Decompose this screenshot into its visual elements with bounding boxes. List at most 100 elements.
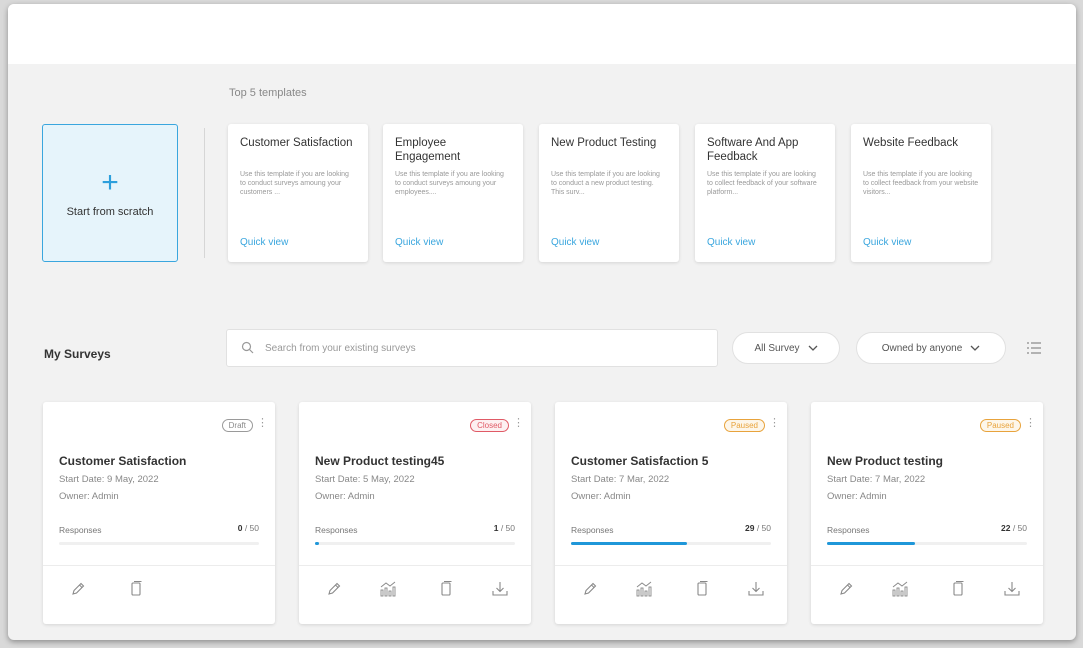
edit-pencil-icon[interactable] xyxy=(69,580,89,602)
survey-owner: Owner: Admin xyxy=(827,491,887,502)
responses-total: / 50 xyxy=(754,523,771,533)
card-actions xyxy=(555,580,787,610)
survey-owner: Owner: Admin xyxy=(571,491,631,502)
analytics-icon[interactable] xyxy=(379,580,399,602)
survey-type-dropdown[interactable]: All Survey xyxy=(732,332,840,364)
download-icon[interactable] xyxy=(491,580,511,602)
template-title: New Product Testing xyxy=(551,137,657,149)
responses-count: 1 / 50 xyxy=(494,523,515,533)
responses-progress-bar xyxy=(827,542,1027,545)
start-from-scratch-label: Start from scratch xyxy=(66,206,154,218)
status-badge: Paused xyxy=(979,419,1021,432)
download-icon[interactable] xyxy=(1003,580,1023,602)
search-box[interactable] xyxy=(226,329,718,367)
status-badge: Draft xyxy=(221,419,253,432)
responses-count: 0 / 50 xyxy=(238,523,259,533)
quick-view-link[interactable]: Quick view xyxy=(240,237,288,248)
copy-icon[interactable] xyxy=(693,580,713,602)
template-title: Employee Engagement xyxy=(395,137,461,163)
divider xyxy=(299,565,531,566)
survey-start-date: Start Date: 7 Mar, 2022 xyxy=(827,474,926,485)
edit-pencil-icon[interactable] xyxy=(581,580,601,602)
my-surveys-heading: My Surveys xyxy=(44,347,111,361)
analytics-icon[interactable] xyxy=(635,580,655,602)
survey-title: Customer Satisfaction xyxy=(59,454,187,468)
more-options-icon[interactable]: ⋮ xyxy=(1025,418,1036,429)
survey-card[interactable]: Closed ⋮ New Product testing45 Start Dat… xyxy=(299,402,531,624)
edit-pencil-icon[interactable] xyxy=(837,580,857,602)
templates-section: Top 5 templates + Start from scratch Cus… xyxy=(8,64,1076,304)
responses-progress-bar xyxy=(315,542,515,545)
template-card[interactable]: Employee Engagement Use this template if… xyxy=(383,124,523,262)
divider xyxy=(204,128,205,258)
template-description: Use this template if you are looking to … xyxy=(863,171,979,196)
template-description: Use this template if you are looking to … xyxy=(240,171,349,196)
divider xyxy=(811,565,1043,566)
survey-card[interactable]: Paused ⋮ New Product testing Start Date:… xyxy=(811,402,1043,624)
quick-view-link[interactable]: Quick view xyxy=(707,237,755,248)
copy-icon[interactable] xyxy=(949,580,969,602)
template-title: Software And App Feedback xyxy=(707,137,799,163)
responses-label: Responses xyxy=(827,525,870,535)
responses-count: 22 / 50 xyxy=(1001,523,1027,533)
responses-total: / 50 xyxy=(498,523,515,533)
chevron-down-icon xyxy=(808,343,818,353)
survey-title: Customer Satisfaction 5 xyxy=(571,454,709,468)
template-description: Use this template if you are looking to … xyxy=(551,171,660,196)
progress-fill xyxy=(827,542,915,545)
progress-fill xyxy=(571,542,687,545)
list-view-icon[interactable] xyxy=(1026,340,1042,356)
more-options-icon[interactable]: ⋮ xyxy=(769,418,780,429)
search-input[interactable] xyxy=(265,342,705,354)
survey-card[interactable]: Draft ⋮ Customer Satisfaction Start Date… xyxy=(43,402,275,624)
search-icon xyxy=(241,341,255,355)
survey-type-value: All Survey xyxy=(754,342,800,354)
template-title: Customer Satisfaction xyxy=(240,137,353,149)
responses-count: 29 / 50 xyxy=(745,523,771,533)
edit-pencil-icon[interactable] xyxy=(325,580,345,602)
responses-label: Responses xyxy=(571,525,614,535)
progress-fill xyxy=(315,542,319,545)
responses-progress-bar xyxy=(59,542,259,545)
templates-heading: Top 5 templates xyxy=(229,87,307,99)
copy-icon[interactable] xyxy=(127,580,147,602)
survey-start-date: Start Date: 7 Mar, 2022 xyxy=(571,474,670,485)
more-options-icon[interactable]: ⋮ xyxy=(513,418,524,429)
template-card[interactable]: Customer Satisfaction Use this template … xyxy=(228,124,368,262)
card-actions xyxy=(43,580,275,610)
template-description: Use this template if you are looking to … xyxy=(395,171,504,196)
survey-card[interactable]: Paused ⋮ Customer Satisfaction 5 Start D… xyxy=(555,402,787,624)
template-card[interactable]: Website Feedback Use this template if yo… xyxy=(851,124,991,262)
owner-value: Owned by anyone xyxy=(881,342,963,354)
template-description: Use this template if you are looking to … xyxy=(707,171,817,196)
template-card[interactable]: New Product Testing Use this template if… xyxy=(539,124,679,262)
responses-total: / 50 xyxy=(242,523,259,533)
top-bar xyxy=(8,4,1076,64)
responses-label: Responses xyxy=(59,525,102,535)
analytics-icon[interactable] xyxy=(891,580,911,602)
more-options-icon[interactable]: ⋮ xyxy=(257,418,268,429)
quick-view-link[interactable]: Quick view xyxy=(395,237,443,248)
survey-start-date: Start Date: 9 May, 2022 xyxy=(59,474,159,485)
survey-owner: Owner: Admin xyxy=(59,491,119,502)
download-icon[interactable] xyxy=(747,580,767,602)
card-actions xyxy=(811,580,1043,610)
divider xyxy=(555,565,787,566)
survey-owner: Owner: Admin xyxy=(315,491,375,502)
survey-title: New Product testing xyxy=(827,454,944,468)
plus-icon: + xyxy=(101,166,119,199)
copy-icon[interactable] xyxy=(437,580,457,602)
quick-view-link[interactable]: Quick view xyxy=(863,237,911,248)
card-actions xyxy=(299,580,531,610)
quick-view-link[interactable]: Quick view xyxy=(551,237,599,248)
divider xyxy=(43,565,275,566)
responses-label: Responses xyxy=(315,525,358,535)
survey-title: New Product testing45 xyxy=(315,454,445,468)
owner-dropdown[interactable]: Owned by anyone xyxy=(856,332,1006,364)
start-from-scratch-button[interactable]: + Start from scratch xyxy=(42,124,178,262)
status-badge: Closed xyxy=(470,419,509,432)
template-card[interactable]: Software And App Feedback Use this templ… xyxy=(695,124,835,262)
app-window: Top 5 templates + Start from scratch Cus… xyxy=(8,4,1076,640)
responses-progress-bar xyxy=(571,542,771,545)
survey-start-date: Start Date: 5 May, 2022 xyxy=(315,474,415,485)
